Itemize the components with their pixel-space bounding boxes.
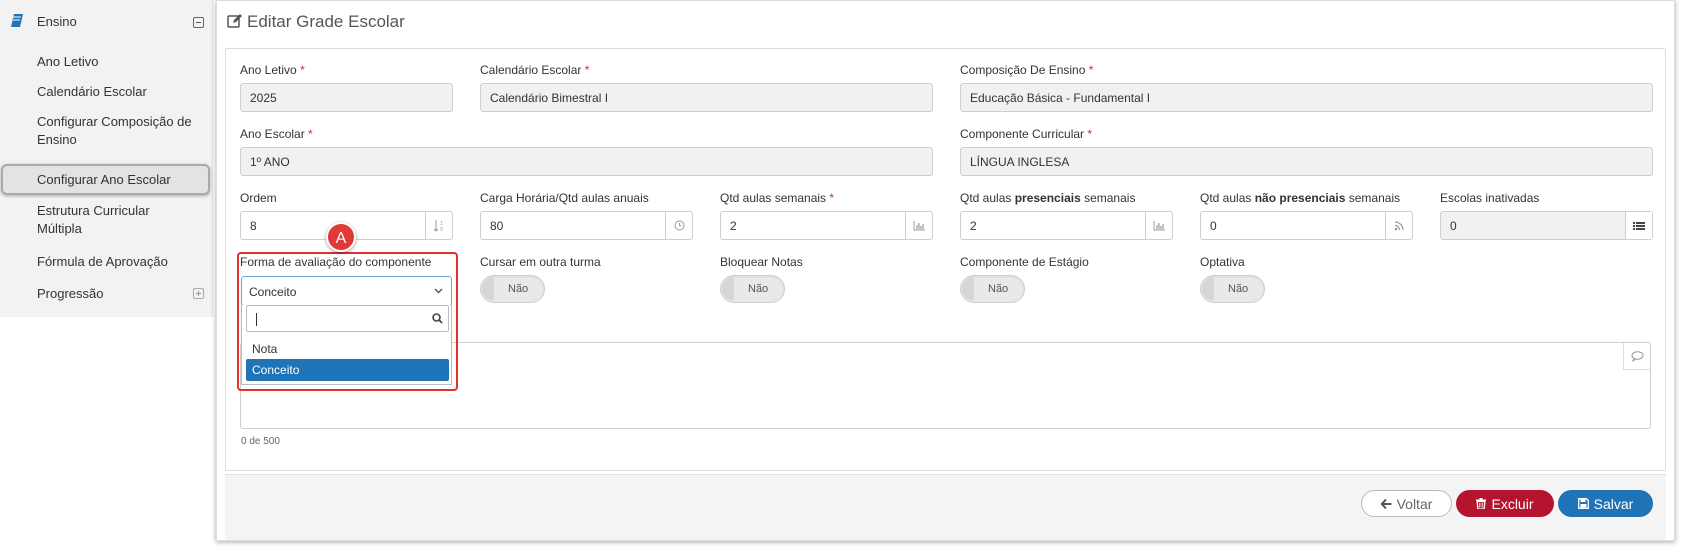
escolas-inativadas-field[interactable]: 0 <box>1440 211 1653 240</box>
calendario-escolar-label: Calendário Escolar * <box>480 63 590 77</box>
qtd-aulas-nao-presenciais-field[interactable]: 0 <box>1200 211 1413 240</box>
composicao-ensino-field[interactable]: Educação Básica - Fundamental I <box>960 83 1653 112</box>
cursar-outra-turma-toggle[interactable]: Não <box>480 275 545 303</box>
ano-letivo-label: Ano Letivo * <box>240 63 305 77</box>
ordem-label: Ordem <box>240 191 277 205</box>
delete-button-label: Excluir <box>1491 495 1534 512</box>
toggle-state: Não <box>748 283 769 295</box>
sidebar-item-estrutura-curricular[interactable]: Estrutura Curricular Múltipla <box>37 202 187 238</box>
componente-curricular-field[interactable]: LÍNGUA INGLESA <box>960 147 1653 176</box>
toggle-state: Não <box>1228 283 1249 295</box>
bloquear-notas-toggle[interactable]: Não <box>720 275 785 303</box>
optativa-toggle[interactable]: Não <box>1200 275 1265 303</box>
clock-icon <box>665 212 692 239</box>
qtd-aulas-presenciais-field[interactable]: 2 <box>960 211 1173 240</box>
list-icon[interactable] <box>1625 212 1652 239</box>
sidebar-item-formula-aprovacao[interactable]: Fórmula de Aprovação <box>37 253 168 271</box>
optativa-label: Optativa <box>1200 255 1245 269</box>
trash-icon <box>1476 498 1487 509</box>
sidebar-section-label: Ensino <box>37 14 77 29</box>
escolas-inativadas-value: 0 <box>1450 219 1457 233</box>
back-button[interactable]: Voltar <box>1361 490 1452 517</box>
annotation-badge: A <box>326 222 356 252</box>
bloquear-notas-label: Bloquear Notas <box>720 255 803 269</box>
componente-estagio-toggle[interactable]: Não <box>960 275 1025 303</box>
qtd-aulas-presenciais-value: 2 <box>970 219 977 233</box>
save-button[interactable]: Salvar <box>1558 490 1653 517</box>
collapse-icon[interactable] <box>193 17 204 28</box>
sidebar: Ensino Ano Letivo Calendário Escolar Con… <box>0 0 213 317</box>
ano-escolar-field[interactable]: 1º ANO <box>240 147 933 176</box>
arrow-left-icon <box>1380 498 1392 509</box>
carga-horaria-value: 80 <box>490 219 504 233</box>
floppy-disk-icon <box>1577 498 1589 509</box>
back-button-label: Voltar <box>1396 495 1433 512</box>
cursar-outra-turma-label: Cursar em outra turma <box>480 255 601 269</box>
save-button-label: Salvar <box>1593 495 1634 512</box>
character-counter: 0 de 500 <box>241 436 280 447</box>
composicao-ensino-label: Composição De Ensino * <box>960 63 1094 77</box>
ano-letivo-field[interactable]: 2025 <box>240 83 453 112</box>
toggle-state: Não <box>988 283 1009 295</box>
qtd-aulas-nao-presenciais-value: 0 <box>1210 219 1217 233</box>
escolas-inativadas-label: Escolas inativadas <box>1440 191 1540 205</box>
sidebar-item-configurar-ano-escolar[interactable]: Configurar Ano Escolar <box>37 171 171 189</box>
page-title: Editar Grade Escolar <box>247 12 405 31</box>
edit-icon <box>227 14 242 28</box>
qtd-aulas-semanais-field[interactable]: 2 <box>720 211 933 240</box>
sort-numeric-icon: 19 <box>425 212 452 239</box>
comment-icon <box>1623 343 1650 370</box>
qtd-aulas-nao-presenciais-label: Qtd aulas não presenciais semanais <box>1200 191 1401 205</box>
carga-horaria-field[interactable]: 80 <box>480 211 693 240</box>
toggle-state: Não <box>508 283 529 295</box>
sidebar-item-calendario-escolar[interactable]: Calendário Escolar <box>37 83 147 101</box>
sidebar-item-ano-letivo[interactable]: Ano Letivo <box>37 53 98 71</box>
componente-curricular-label: Componente Curricular * <box>960 127 1093 141</box>
expand-icon[interactable] <box>193 288 204 299</box>
carga-horaria-label: Carga Horária/Qtd aulas anuais <box>480 191 649 205</box>
delete-button[interactable]: Excluir <box>1456 490 1554 517</box>
rss-icon <box>1385 212 1412 239</box>
qtd-aulas-semanais-label: Qtd aulas semanais * <box>720 191 835 205</box>
calendario-escolar-field[interactable]: Calendário Bimestral I <box>480 83 933 112</box>
bar-chart-icon <box>1145 212 1172 239</box>
componente-estagio-label: Componente de Estágio <box>960 255 1089 269</box>
ano-escolar-label: Ano Escolar * <box>240 127 313 141</box>
annotation-highlight-box <box>237 252 458 391</box>
sidebar-item-progressao[interactable]: Progressão <box>37 285 103 303</box>
qtd-aulas-presenciais-label: Qtd aulas presenciais semanais <box>960 191 1136 205</box>
book-icon <box>11 14 23 27</box>
svg-text:9: 9 <box>440 227 443 232</box>
ordem-value: 8 <box>250 219 257 233</box>
sidebar-section-ensino[interactable]: Ensino <box>0 8 213 36</box>
sidebar-item-configurar-composicao[interactable]: Configurar Composição de Ensino <box>37 113 202 149</box>
bar-chart-icon <box>905 212 932 239</box>
qtd-aulas-semanais-value: 2 <box>730 219 737 233</box>
